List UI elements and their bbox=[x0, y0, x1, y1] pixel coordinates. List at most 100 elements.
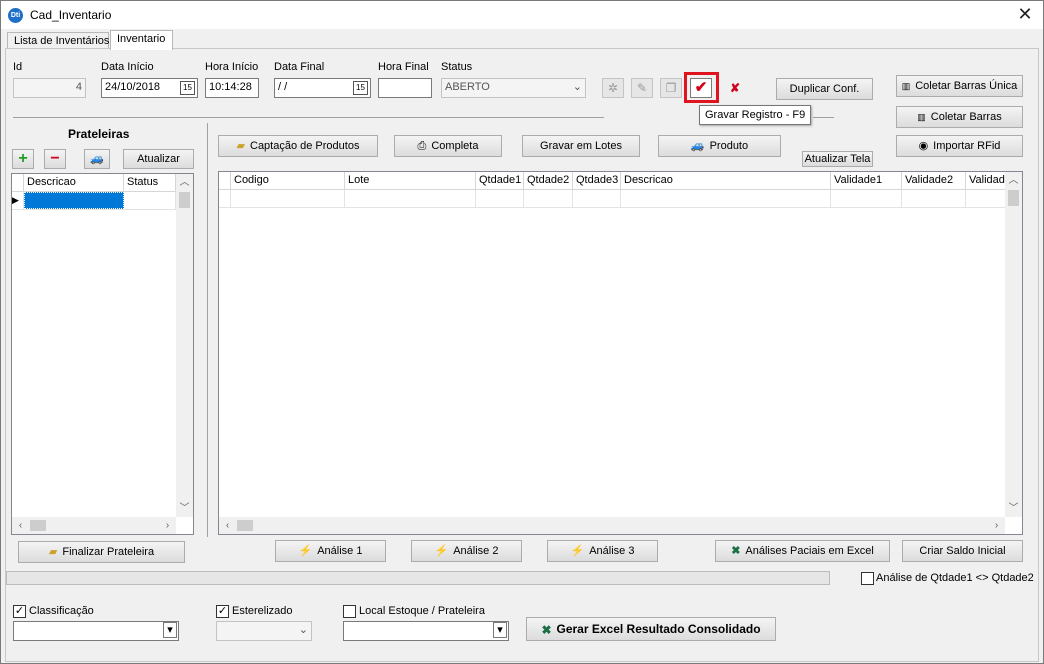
col-qtdade2[interactable]: Qtdade2 bbox=[524, 172, 573, 190]
atualizar-button[interactable]: Atualizar bbox=[123, 149, 194, 169]
horizontal-scrollbar[interactable]: ‹ › bbox=[219, 517, 1005, 534]
col-validade1[interactable]: Validade1 bbox=[831, 172, 902, 190]
col-qtdade3[interactable]: Qtdade3 bbox=[573, 172, 621, 190]
qtdade-compare-checkbox[interactable] bbox=[861, 572, 874, 585]
coletar-barras-label: Coletar Barras bbox=[930, 111, 1002, 123]
scroll-up-icon[interactable]: ︿ bbox=[1005, 172, 1022, 189]
search-car-icon[interactable]: 🚙 bbox=[84, 149, 110, 169]
selected-cell[interactable] bbox=[24, 192, 124, 209]
col-lote[interactable]: Lote bbox=[345, 172, 476, 190]
col-descricao[interactable]: Descricao bbox=[24, 174, 124, 192]
importar-rfid-button[interactable]: ◉ Importar RFid bbox=[896, 135, 1023, 157]
col-descricao[interactable]: Descricao bbox=[621, 172, 831, 190]
hora-final-field[interactable] bbox=[378, 78, 432, 98]
scroll-thumb[interactable] bbox=[30, 520, 46, 531]
analise-3-button[interactable]: ⚡ Análise 3 bbox=[547, 540, 658, 562]
table-cell[interactable] bbox=[524, 190, 573, 207]
calendar-icon[interactable]: 15 bbox=[353, 81, 368, 95]
table-cell[interactable] bbox=[231, 190, 345, 207]
esterelizado-checkbox[interactable]: ✓ bbox=[216, 605, 229, 618]
vertical-scrollbar[interactable]: ︿ ﹀ bbox=[1005, 172, 1022, 517]
gear-icon[interactable]: ✲ bbox=[602, 78, 624, 98]
analise-2-button[interactable]: ⚡ Análise 2 bbox=[411, 540, 522, 562]
close-icon[interactable]: ✕ bbox=[1015, 5, 1035, 25]
scroll-left-icon[interactable]: ‹ bbox=[219, 517, 236, 534]
chevron-down-icon[interactable]: ▾ bbox=[163, 622, 177, 638]
hora-inicio-label: Hora Início bbox=[205, 61, 259, 73]
save-tooltip: Gravar Registro - F9 bbox=[699, 105, 812, 125]
col-codigo[interactable]: Codigo bbox=[231, 172, 345, 190]
captacao-produtos-button[interactable]: ▰ Captação de Produtos bbox=[218, 135, 378, 157]
esterelizado-select[interactable]: ⌄ bbox=[216, 621, 312, 641]
cancel-x-icon[interactable]: ✘ bbox=[724, 78, 746, 98]
table-cell[interactable] bbox=[124, 192, 176, 209]
classificacao-checkbox[interactable]: ✓ bbox=[13, 605, 26, 618]
scroll-down-icon[interactable]: ﹀ bbox=[176, 500, 193, 517]
col-status[interactable]: Status bbox=[124, 174, 176, 192]
status-select[interactable]: ABERTO ⌄ bbox=[441, 78, 586, 98]
prateleiras-title: Prateleiras bbox=[68, 127, 130, 141]
add-icon[interactable]: + bbox=[12, 149, 34, 169]
analise-3-label: Análise 3 bbox=[589, 545, 635, 557]
data-inicio-field[interactable]: 24/10/2018 15 bbox=[101, 78, 198, 98]
coletar-barras-unica-label: Coletar Barras Única bbox=[915, 80, 1018, 92]
duplicar-conf-button[interactable]: Duplicar Conf. bbox=[776, 78, 873, 100]
id-label: Id bbox=[13, 61, 23, 73]
scroll-up-icon[interactable]: ︿ bbox=[176, 174, 193, 191]
scroll-left-icon[interactable]: ‹ bbox=[12, 517, 29, 534]
table-row[interactable] bbox=[219, 190, 1005, 208]
completa-button[interactable]: ⎙ Completa bbox=[394, 135, 502, 157]
criar-saldo-inicial-button[interactable]: Criar Saldo Inicial bbox=[902, 540, 1023, 562]
separator-line bbox=[813, 117, 834, 118]
scroll-thumb[interactable] bbox=[1008, 190, 1019, 206]
calendar-icon[interactable]: 15 bbox=[180, 81, 195, 95]
scroll-thumb[interactable] bbox=[179, 192, 190, 208]
copy-icon[interactable]: ❐ bbox=[660, 78, 682, 98]
vertical-scrollbar[interactable]: ︿ ﹀ bbox=[176, 174, 193, 517]
horizontal-scrollbar[interactable]: ‹ › bbox=[12, 517, 176, 534]
table-cell[interactable] bbox=[621, 190, 831, 207]
lightning-icon: ⚡ bbox=[298, 545, 313, 558]
chevron-down-icon: ⌄ bbox=[298, 624, 308, 636]
local-estoque-select[interactable]: ▾ bbox=[343, 621, 509, 641]
scroll-right-icon[interactable]: › bbox=[159, 517, 176, 534]
status-value: ABERTO bbox=[445, 81, 490, 93]
analise-1-button[interactable]: ⚡ Análise 1 bbox=[275, 540, 386, 562]
table-cell[interactable] bbox=[573, 190, 621, 207]
scroll-down-icon[interactable]: ﹀ bbox=[1005, 500, 1022, 517]
produto-button[interactable]: 🚙 Produto bbox=[658, 135, 781, 157]
atualizar-tela-button[interactable]: Atualizar Tela bbox=[802, 151, 873, 167]
prateleiras-grid: Descricao Status ▶ ︿ ﹀ ‹ › bbox=[11, 173, 194, 535]
local-estoque-checkbox[interactable] bbox=[343, 605, 356, 618]
gravar-lotes-button[interactable]: Gravar em Lotes bbox=[522, 135, 640, 157]
data-final-field[interactable]: / / 15 bbox=[274, 78, 371, 98]
remove-icon[interactable]: − bbox=[44, 149, 66, 169]
analises-excel-button[interactable]: ✖ Análises Paciais em Excel bbox=[715, 540, 890, 562]
coletar-barras-button[interactable]: ▥ Coletar Barras bbox=[896, 106, 1023, 128]
tab-inventario[interactable]: Inventario bbox=[110, 30, 173, 50]
table-cell[interactable] bbox=[345, 190, 476, 207]
table-cell[interactable] bbox=[831, 190, 902, 207]
table-cell[interactable] bbox=[966, 190, 1005, 207]
chevron-down-icon[interactable]: ▾ bbox=[493, 622, 507, 638]
edit-icon[interactable]: ✎ bbox=[631, 78, 653, 98]
classificacao-select[interactable]: ▾ bbox=[13, 621, 179, 641]
coletar-barras-unica-button[interactable]: ▥ Coletar Barras Única bbox=[896, 75, 1023, 97]
col-qtdade1[interactable]: Qtdade1 bbox=[476, 172, 524, 190]
search-car-icon: 🚙 bbox=[690, 140, 705, 153]
finalizar-prateleira-button[interactable]: ▰ Finalizar Prateleira bbox=[18, 541, 185, 563]
col-validad[interactable]: Validad bbox=[966, 172, 1005, 190]
panel-divider bbox=[207, 123, 208, 537]
analises-excel-label: Análises Paciais em Excel bbox=[745, 545, 874, 557]
scroll-right-icon[interactable]: › bbox=[988, 517, 1005, 534]
scroll-thumb[interactable] bbox=[237, 520, 253, 531]
table-row[interactable]: ▶ bbox=[12, 192, 176, 210]
rfid-icon: ◉ bbox=[918, 140, 929, 153]
table-cell[interactable] bbox=[902, 190, 966, 207]
status-label: Status bbox=[441, 61, 473, 73]
col-validade2[interactable]: Validade2 bbox=[902, 172, 966, 190]
hora-inicio-field[interactable]: 10:14:28 bbox=[205, 78, 259, 98]
data-final-label: Data Final bbox=[274, 61, 325, 73]
gerar-excel-button[interactable]: ✖ Gerar Excel Resultado Consolidado bbox=[526, 617, 776, 641]
table-cell[interactable] bbox=[476, 190, 524, 207]
